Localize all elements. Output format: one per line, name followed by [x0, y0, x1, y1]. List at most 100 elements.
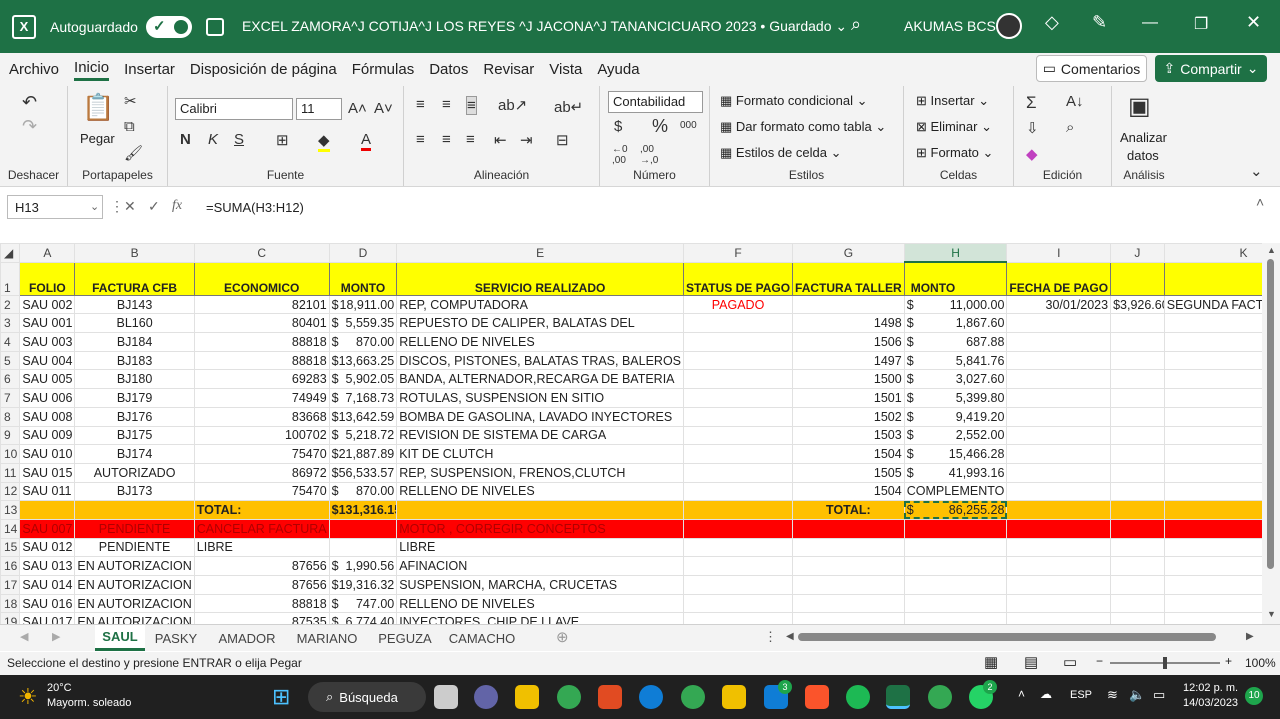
amount-cell[interactable]: $19,316.32 — [328, 575, 398, 595]
invoice-cell[interactable]: BJ174 — [74, 444, 195, 464]
amount-cell[interactable]: $870.00 — [328, 332, 398, 352]
payment-date-cell[interactable] — [1006, 388, 1112, 408]
table-cell[interactable] — [1110, 537, 1165, 558]
status-cell[interactable] — [683, 406, 794, 427]
menu-inicio[interactable]: Inicio — [74, 59, 110, 81]
row-header[interactable]: 8 — [0, 406, 21, 427]
amount-cell[interactable]: $6,774.40 — [328, 612, 398, 624]
economic-cell[interactable]: 88818 — [193, 350, 330, 371]
folio-cell[interactable]: SAU 014 — [19, 575, 76, 595]
italic-icon[interactable]: K — [208, 131, 218, 148]
row-header[interactable]: 18 — [0, 593, 21, 614]
table-cell[interactable] — [1110, 332, 1165, 352]
selected-cell-h13[interactable]: $86,255.28 — [903, 500, 1008, 520]
row-header[interactable]: 16 — [0, 556, 21, 576]
wifi-icon[interactable]: ≋ — [1107, 687, 1118, 703]
currency-icon[interactable]: $ — [614, 118, 622, 135]
amount-cell[interactable]: $5,841.76 — [903, 350, 1008, 371]
font-color-icon[interactable]: A — [361, 131, 372, 151]
table-cell[interactable] — [683, 575, 794, 595]
folio-cell[interactable]: SAU 015 — [19, 462, 76, 483]
economic-cell[interactable]: 83668 — [193, 406, 330, 427]
menu-disposicion[interactable]: Disposición de página — [190, 61, 337, 78]
note-cell[interactable] — [1163, 444, 1262, 464]
collapse-ribbon-icon[interactable]: ⌄ — [1250, 162, 1263, 180]
invoice-cell[interactable]: BJ180 — [74, 369, 195, 390]
folio-cell[interactable]: SAU 001 — [19, 313, 76, 334]
payment-date-cell[interactable] — [1006, 462, 1112, 483]
start-icon[interactable]: ⊞ — [272, 684, 290, 710]
menu-insertar[interactable]: Insertar — [124, 61, 175, 78]
table-cell[interactable] — [683, 537, 794, 558]
table-cell[interactable] — [1163, 612, 1262, 624]
economic-cell[interactable]: 86972 — [193, 462, 330, 483]
invoice-cell[interactable]: EN AUTORIZACION — [74, 593, 195, 614]
row-header[interactable]: 7 — [0, 388, 21, 408]
note-cell[interactable] — [1163, 406, 1262, 427]
table-cell[interactable] — [792, 537, 905, 558]
workshop-invoice-cell[interactable]: 1504 — [792, 481, 905, 502]
cancel-icon[interactable]: ✕ — [124, 198, 136, 215]
wrap-text-icon[interactable]: ab↵ — [554, 98, 583, 116]
economic-cell[interactable]: 74949 — [193, 388, 330, 408]
amount-cell[interactable]: $5,399.80 — [903, 388, 1008, 408]
status-cell[interactable] — [683, 388, 794, 408]
folio-cell[interactable]: SAU 002 — [19, 294, 76, 315]
payment-date-cell[interactable] — [1006, 332, 1112, 352]
page-layout-icon[interactable]: ▤ — [1024, 653, 1038, 671]
header-cell[interactable] — [1163, 261, 1262, 296]
col-header[interactable]: B — [74, 243, 195, 263]
formula-input[interactable]: =SUMA(H3:H12) — [206, 200, 304, 215]
shrink-font-icon[interactable]: A˅ — [374, 100, 393, 117]
table-cell[interactable] — [1110, 593, 1165, 614]
col-header[interactable]: G — [792, 243, 905, 263]
tab-amador[interactable]: AMADOR — [212, 625, 282, 651]
status-cell[interactable]: PAGADO — [683, 294, 794, 315]
economic-cell[interactable]: 87535 — [193, 612, 330, 624]
row-header[interactable]: 10 — [0, 444, 21, 464]
document-title[interactable]: EXCEL ZAMORA^J COTIJA^J LOS REYES ^J JAC… — [242, 18, 847, 35]
comments-button[interactable]: ▭ Comentarios — [1036, 55, 1147, 82]
service-cell[interactable]: REPUESTO DE CALIPER, BALATAS DEL — [396, 313, 685, 334]
analyze-data-icon[interactable]: ▣ — [1128, 92, 1151, 121]
tab-saul[interactable]: SAUL — [95, 625, 145, 651]
header-cell[interactable] — [1110, 261, 1165, 296]
total-amount-cell[interactable]: $131,316.15 — [328, 500, 398, 520]
table-cell[interactable] — [1110, 406, 1165, 427]
col-header[interactable]: K — [1163, 243, 1262, 263]
brave-icon[interactable] — [805, 685, 829, 709]
amount-cell[interactable]: $1,867.60 — [903, 313, 1008, 334]
note-cell[interactable] — [1163, 462, 1262, 483]
tab-pasky[interactable]: PASKY — [148, 625, 204, 651]
payment-date-cell[interactable] — [1006, 406, 1112, 427]
paste-button[interactable]: Pegar — [80, 131, 115, 146]
menu-vista[interactable]: Vista — [549, 61, 582, 78]
header-cell[interactable]: FECHA DE PAGO — [1006, 261, 1112, 296]
table-cell[interactable] — [1110, 369, 1165, 390]
clipboard-icon[interactable]: 📋 — [82, 92, 114, 123]
tray-chevron-icon[interactable]: ˄ — [1018, 687, 1025, 701]
find-icon[interactable]: ⌕ — [1066, 119, 1074, 136]
service-cell[interactable]: ROTULAS, SUSPENSION EN SITIO — [396, 388, 685, 408]
note-cell[interactable] — [1163, 369, 1262, 390]
table-cell[interactable] — [683, 518, 794, 539]
row-header[interactable]: 2 — [0, 294, 21, 315]
status-cell[interactable] — [683, 332, 794, 352]
workshop-invoice-cell[interactable]: 1500 — [792, 369, 905, 390]
name-box[interactable]: H13 — [7, 195, 103, 219]
diamond-icon[interactable]: ◇ — [1045, 12, 1059, 33]
avatar[interactable] — [996, 13, 1022, 39]
table-cell[interactable] — [1006, 500, 1112, 520]
hscroll-right-icon[interactable]: ▶ — [1246, 631, 1254, 642]
table-cell[interactable] — [903, 518, 1008, 539]
undo-icon[interactable]: ↶ — [22, 92, 37, 113]
service-cell[interactable]: REP, COMPUTADORA — [396, 294, 685, 315]
service-cell[interactable]: DISCOS, PISTONES, BALATAS TRAS, BALEROS — [396, 350, 685, 371]
sheet-table[interactable]: ◢ A B C D E F G H I J K 1 FOLIO FACTURA … — [0, 243, 1262, 624]
table-cell[interactable] — [328, 537, 398, 558]
invoice-cell[interactable]: BJ183 — [74, 350, 195, 371]
orientation-icon[interactable]: ab↗ — [498, 96, 527, 114]
table-cell[interactable] — [19, 500, 76, 520]
table-cell[interactable]: SAU 007 — [19, 518, 76, 539]
weather-desc[interactable]: Mayorm. soleado — [47, 697, 131, 709]
